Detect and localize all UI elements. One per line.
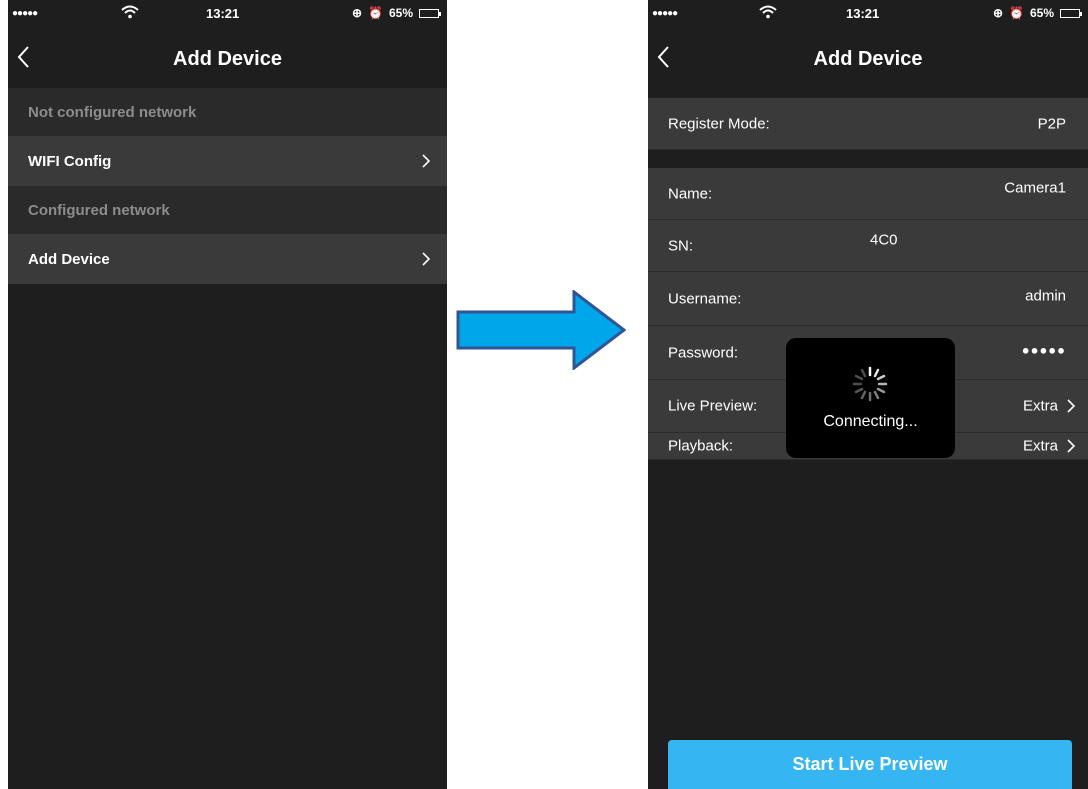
nav-bar: Add Device — [648, 28, 1088, 88]
chevron-right-icon — [1067, 439, 1076, 453]
page-title: Add Device — [173, 48, 282, 70]
status-time: 13:21 — [846, 6, 880, 21]
wifi-config-item[interactable]: WIFI Config — [8, 136, 447, 186]
status-bar: ●●●●● 13:21 ⊕ ⏰ 65% — [648, 0, 1088, 28]
battery-icon — [1060, 8, 1082, 18]
wifi-icon — [759, 5, 777, 19]
battery-percent: 65% — [1029, 6, 1054, 20]
playback-label: Playback: — [668, 437, 734, 455]
section-header-configured: Configured network — [8, 186, 447, 234]
section-header-not-configured: Not configured network — [8, 88, 447, 136]
wifi-config-label: WIFI Config — [28, 152, 112, 170]
nav-bar: Add Device — [8, 28, 447, 88]
status-bar: ●●●●● 13:21 ⊕ ⏰ 65% — [8, 0, 447, 28]
alarm-icon: ⏰ — [368, 6, 383, 20]
signal-icon: ●●●●● — [652, 8, 678, 19]
chevron-right-icon — [422, 252, 431, 266]
sn-row[interactable]: SN: 4C0 — [648, 220, 1088, 272]
sn-value: 4C0 — [870, 231, 898, 249]
add-device-item[interactable]: Add Device — [8, 234, 447, 284]
chevron-right-icon — [422, 154, 431, 168]
left-phone-screen: ●●●●● 13:21 ⊕ ⏰ 65% Add Device Not confi… — [8, 0, 447, 789]
loading-toast: Connecting... — [786, 338, 955, 458]
right-arrow-icon — [456, 290, 626, 370]
name-label: Name: — [668, 185, 713, 202]
add-device-label: Add Device — [28, 250, 110, 268]
signal-icon: ●●●●● — [12, 8, 38, 19]
spinner-icon — [852, 366, 888, 402]
username-label: Username: — [668, 290, 742, 307]
right-phone-screen: ●●●●● 13:21 ⊕ ⏰ 65% Add Device Register … — [648, 0, 1088, 789]
sn-label: SN: — [668, 237, 694, 254]
username-row[interactable]: Username: admin — [648, 272, 1088, 326]
battery-percent: 65% — [388, 6, 413, 20]
live-preview-label: Live Preview: — [668, 397, 758, 415]
password-label: Password: — [668, 344, 739, 361]
name-row[interactable]: Name: Camera1 — [648, 168, 1088, 220]
status-right: ⊕ ⏰ 65% — [351, 6, 441, 20]
register-mode-label: Register Mode: — [668, 115, 770, 132]
live-preview-value: Extra — [1022, 397, 1058, 415]
start-live-preview-button[interactable]: Start Live Preview — [668, 740, 1072, 789]
status-right: ⊕ ⏰ 65% — [992, 6, 1082, 20]
battery-icon — [419, 8, 441, 18]
username-value: admin — [1025, 287, 1066, 305]
alarm-icon: ⏰ — [1009, 6, 1024, 20]
name-value: Camera1 — [1004, 179, 1066, 197]
chevron-right-icon — [1067, 399, 1076, 413]
wifi-icon — [121, 5, 139, 19]
register-mode-row[interactable]: Register Mode: P2P — [648, 98, 1088, 150]
location-icon: ⊕ — [992, 6, 1004, 20]
toast-text: Connecting... — [823, 413, 918, 430]
register-mode-value: P2P — [1037, 115, 1066, 132]
playback-value: Extra — [1022, 437, 1058, 455]
location-icon: ⊕ — [351, 6, 363, 20]
page-title: Add Device — [813, 48, 923, 70]
status-time: 13:21 — [206, 6, 240, 21]
password-value: ●●●●● — [1021, 342, 1066, 358]
